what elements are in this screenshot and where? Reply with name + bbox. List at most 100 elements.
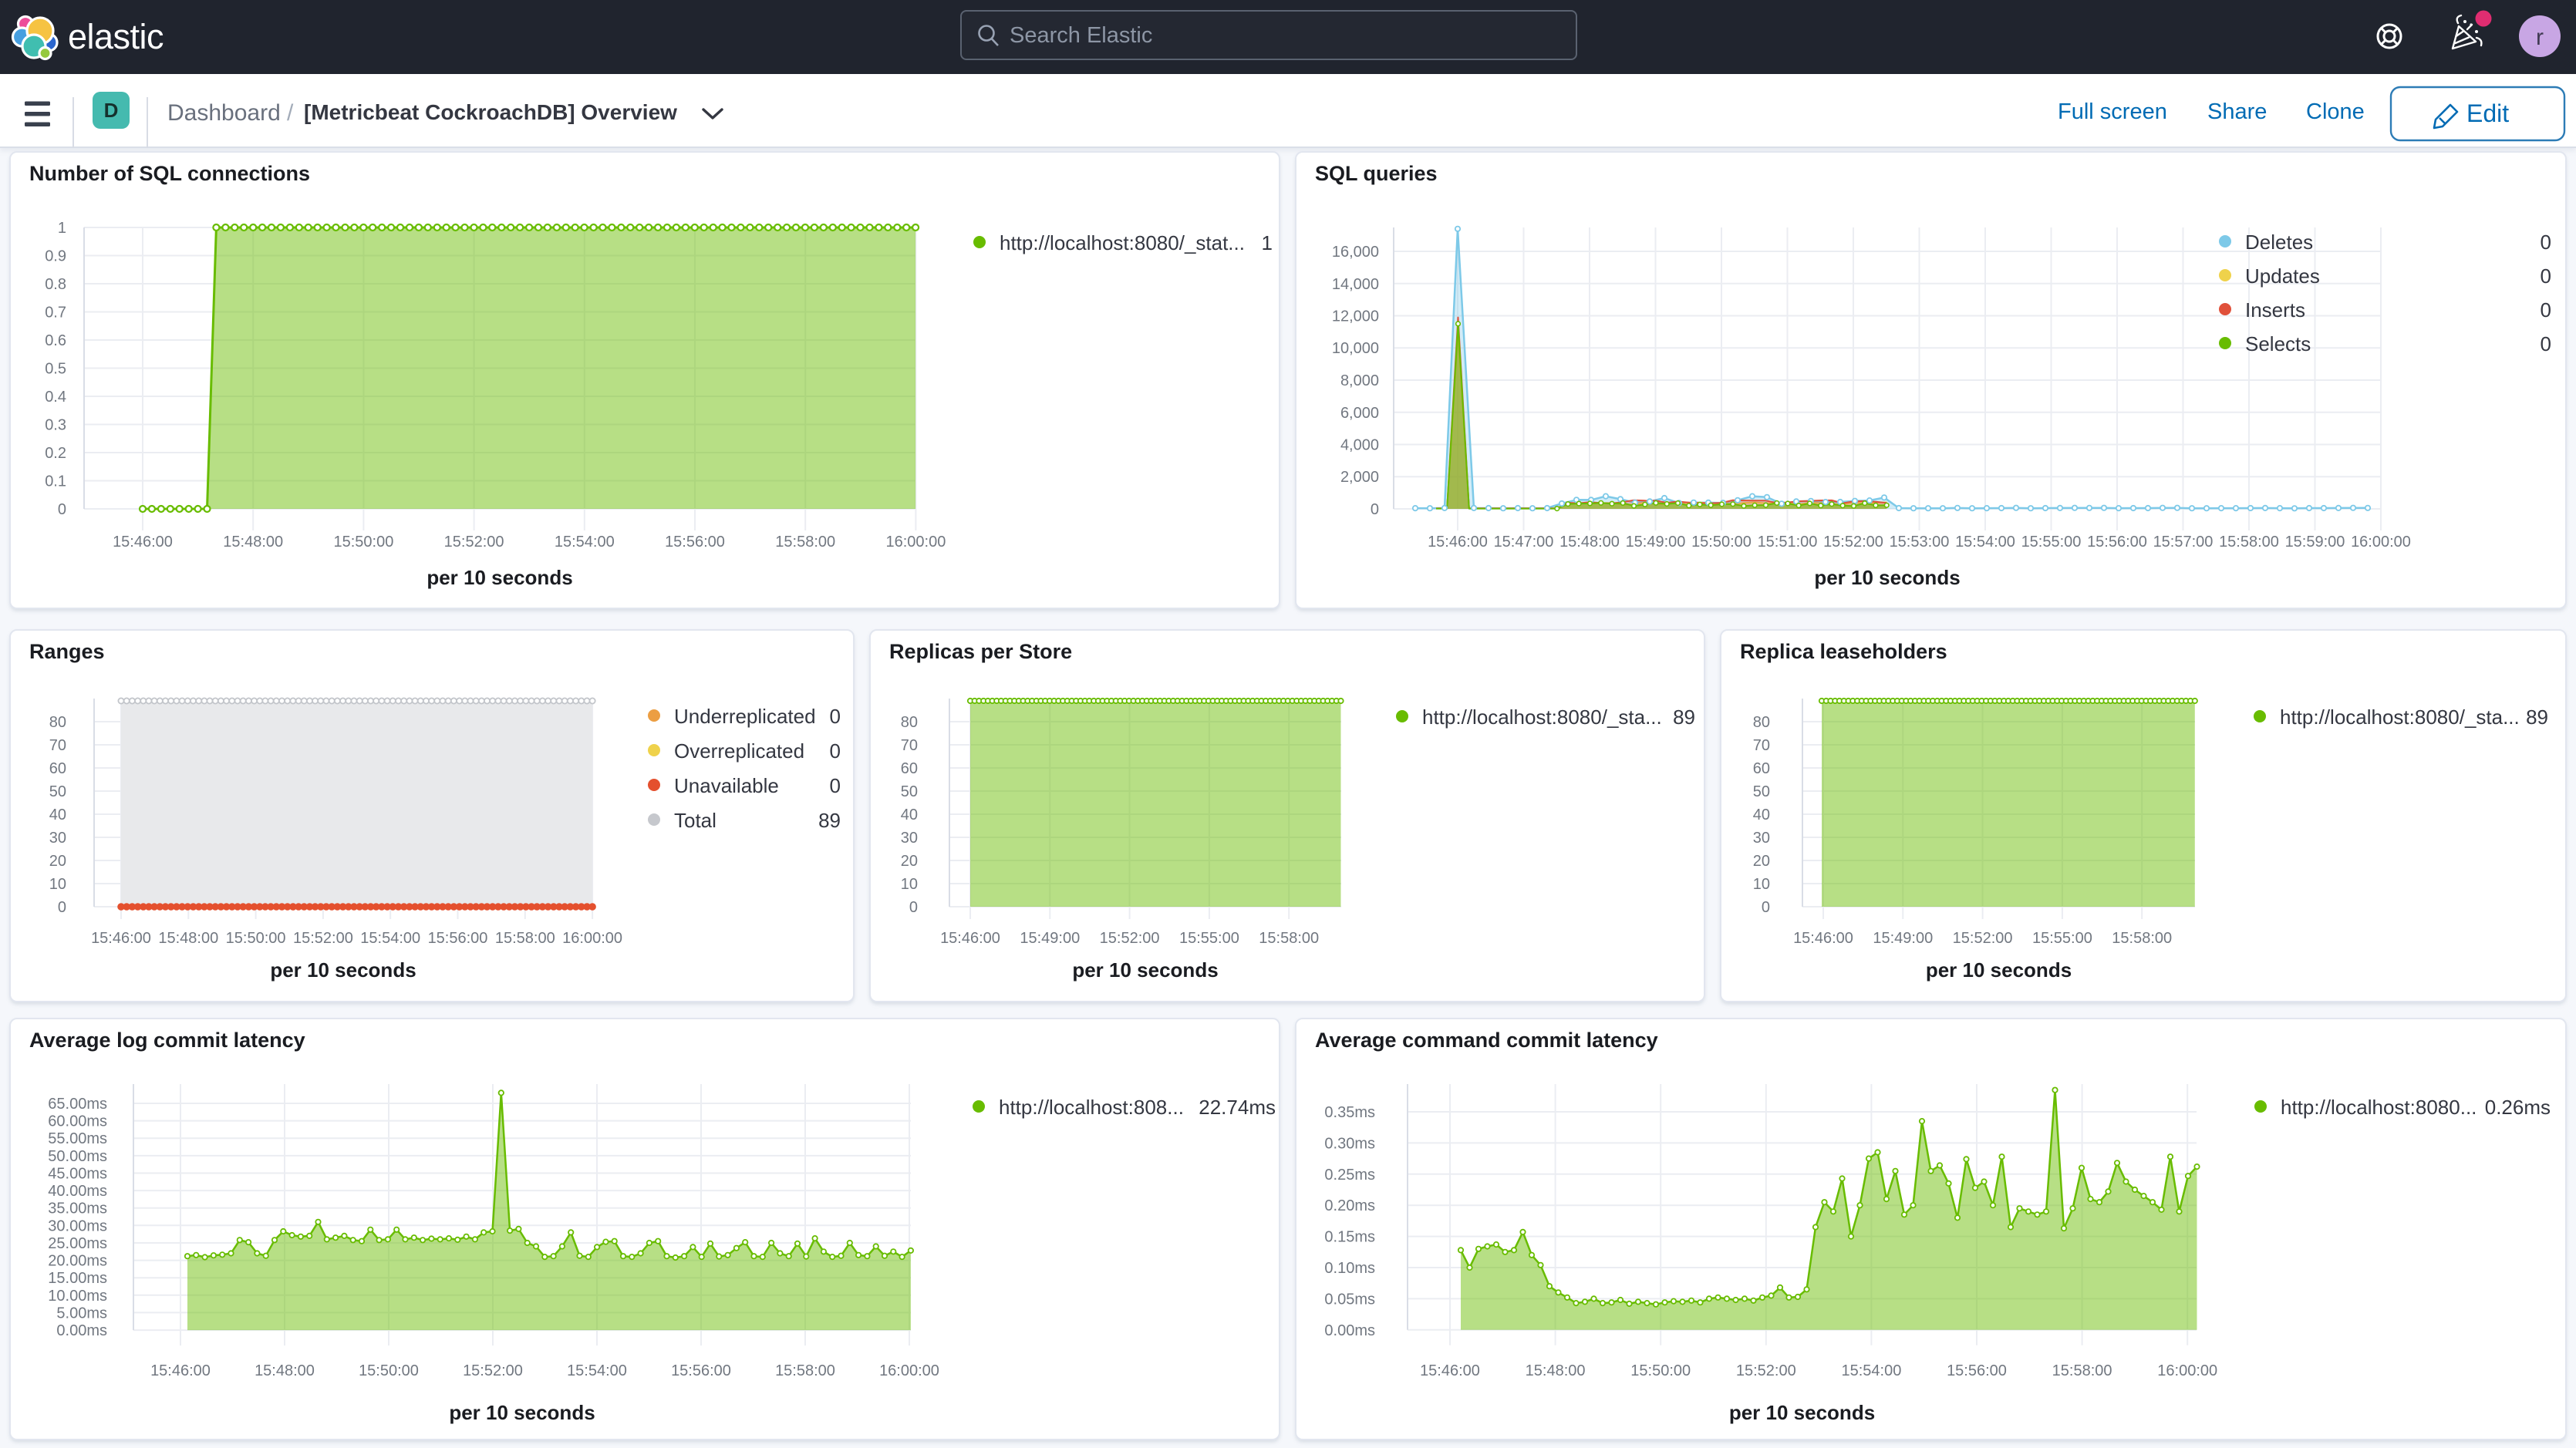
- svg-text:0.6: 0.6: [45, 332, 66, 349]
- svg-text:15:50:00: 15:50:00: [226, 930, 286, 947]
- svg-text:15:49:00: 15:49:00: [1020, 930, 1080, 947]
- svg-text:SQL queries: SQL queries: [1315, 162, 1438, 185]
- svg-text:12,000: 12,000: [1332, 308, 1379, 325]
- svg-text:http://localhost:8080...: http://localhost:8080...: [2281, 1096, 2477, 1119]
- svg-text:http://localhost:8080/_sta...: http://localhost:8080/_sta...: [2280, 705, 2520, 729]
- svg-text:per 10 seconds: per 10 seconds: [1814, 566, 1960, 589]
- svg-text:15:46:00: 15:46:00: [1793, 930, 1853, 947]
- svg-text:Average log commit latency: Average log commit latency: [29, 1029, 305, 1052]
- svg-text:Selects: Selects: [2245, 332, 2311, 355]
- svg-text:50.00ms: 50.00ms: [48, 1148, 107, 1165]
- svg-text:16:00:00: 16:00:00: [562, 930, 622, 947]
- svg-text:Deletes: Deletes: [2245, 231, 2313, 254]
- svg-text:r: r: [2536, 25, 2544, 50]
- svg-text:/: /: [287, 100, 294, 126]
- svg-text:1: 1: [58, 220, 66, 237]
- svg-text:0: 0: [830, 705, 841, 728]
- svg-text:40.00ms: 40.00ms: [48, 1183, 107, 1200]
- svg-text:60: 60: [1753, 760, 1770, 777]
- svg-text:http://localhost:8080/_stat...: http://localhost:8080/_stat...: [1000, 231, 1245, 254]
- svg-text:0.8: 0.8: [45, 276, 66, 293]
- svg-text:70: 70: [901, 737, 918, 754]
- svg-text:16:00:00: 16:00:00: [885, 534, 946, 551]
- svg-text:20.00ms: 20.00ms: [48, 1253, 107, 1270]
- svg-text:89: 89: [1673, 705, 1695, 729]
- svg-text:0.7: 0.7: [45, 305, 66, 322]
- svg-text:0: 0: [909, 899, 918, 916]
- svg-text:45.00ms: 45.00ms: [48, 1166, 107, 1183]
- svg-text:elastic: elastic: [68, 17, 164, 56]
- svg-text:15:58:00: 15:58:00: [775, 534, 835, 551]
- svg-text:40: 40: [1753, 807, 1770, 823]
- svg-text:15:52:00: 15:52:00: [293, 930, 353, 947]
- svg-text:30: 30: [901, 830, 918, 847]
- svg-text:15:58:00: 15:58:00: [1259, 930, 1319, 947]
- svg-text:15:48:00: 15:48:00: [1526, 1362, 1586, 1379]
- svg-text:10,000: 10,000: [1332, 340, 1379, 357]
- svg-text:D: D: [104, 99, 119, 122]
- svg-text:10: 10: [1753, 876, 1770, 893]
- svg-text:[Metricbeat CockroachDB] Overv: [Metricbeat CockroachDB] Overview: [304, 100, 677, 124]
- svg-text:15:46:00: 15:46:00: [150, 1362, 211, 1379]
- svg-text:Overreplicated: Overreplicated: [674, 739, 804, 763]
- svg-text:15:50:00: 15:50:00: [1691, 534, 1752, 551]
- svg-text:16:00:00: 16:00:00: [2351, 534, 2411, 551]
- svg-text:Updates: Updates: [2245, 264, 2320, 288]
- svg-text:8,000: 8,000: [1340, 372, 1379, 389]
- svg-text:30: 30: [1753, 830, 1770, 847]
- svg-text:89: 89: [2526, 705, 2548, 729]
- svg-text:89: 89: [818, 809, 841, 832]
- svg-text:15:58:00: 15:58:00: [2112, 930, 2172, 947]
- svg-text:Average command commit latency: Average command commit latency: [1315, 1029, 1658, 1052]
- svg-text:15:48:00: 15:48:00: [1559, 534, 1620, 551]
- svg-text:80: 80: [901, 714, 918, 731]
- svg-text:15:58:00: 15:58:00: [2219, 534, 2279, 551]
- svg-text:15:56:00: 15:56:00: [428, 930, 488, 947]
- svg-text:70: 70: [49, 737, 66, 754]
- svg-text:15:54:00: 15:54:00: [1955, 534, 2015, 551]
- svg-text:25.00ms: 25.00ms: [48, 1235, 107, 1252]
- svg-text:0: 0: [2541, 298, 2551, 322]
- svg-text:0.30ms: 0.30ms: [1324, 1135, 1375, 1152]
- svg-text:Number of SQL connections: Number of SQL connections: [29, 162, 310, 185]
- svg-text:15:52:00: 15:52:00: [1823, 534, 1883, 551]
- svg-text:0: 0: [58, 899, 66, 916]
- svg-text:15:55:00: 15:55:00: [2021, 534, 2082, 551]
- svg-text:0.05ms: 0.05ms: [1324, 1291, 1375, 1308]
- svg-text:0.26ms: 0.26ms: [2485, 1096, 2551, 1119]
- svg-text:15:50:00: 15:50:00: [1630, 1362, 1691, 1379]
- svg-text:15:52:00: 15:52:00: [444, 534, 504, 551]
- svg-text:0.20ms: 0.20ms: [1324, 1197, 1375, 1214]
- svg-text:15:54:00: 15:54:00: [360, 930, 420, 947]
- svg-text:Search Elastic: Search Elastic: [1010, 23, 1152, 48]
- svg-text:0: 0: [58, 501, 66, 518]
- svg-text:0: 0: [830, 774, 841, 797]
- svg-text:30.00ms: 30.00ms: [48, 1217, 107, 1234]
- svg-text:65.00ms: 65.00ms: [48, 1096, 107, 1113]
- svg-text:Underreplicated: Underreplicated: [674, 705, 816, 728]
- svg-text:15:52:00: 15:52:00: [1736, 1362, 1796, 1379]
- svg-text:15:58:00: 15:58:00: [495, 930, 555, 947]
- svg-text:0.25ms: 0.25ms: [1324, 1167, 1375, 1184]
- svg-text:Clone: Clone: [2306, 99, 2365, 124]
- svg-text:15:49:00: 15:49:00: [1626, 534, 1686, 551]
- svg-text:60: 60: [49, 760, 66, 777]
- svg-text:15:52:00: 15:52:00: [463, 1362, 523, 1379]
- svg-text:Dashboard: Dashboard: [167, 100, 281, 126]
- svg-text:15:51:00: 15:51:00: [1758, 534, 1818, 551]
- svg-text:22.74ms: 22.74ms: [1199, 1096, 1276, 1119]
- svg-text:10.00ms: 10.00ms: [48, 1288, 107, 1305]
- svg-text:0: 0: [2541, 264, 2551, 288]
- svg-text:15:52:00: 15:52:00: [1100, 930, 1160, 947]
- svg-text:15:54:00: 15:54:00: [567, 1362, 627, 1379]
- svg-text:80: 80: [49, 714, 66, 731]
- svg-text:Edit: Edit: [2466, 99, 2509, 127]
- svg-text:per 10 seconds: per 10 seconds: [1729, 1401, 1875, 1424]
- svg-text:4,000: 4,000: [1340, 437, 1379, 454]
- svg-text:0.2: 0.2: [45, 445, 66, 462]
- svg-text:15:56:00: 15:56:00: [1947, 1362, 2007, 1379]
- svg-text:0.00ms: 0.00ms: [1324, 1322, 1375, 1339]
- svg-text:15:48:00: 15:48:00: [158, 930, 218, 947]
- svg-text:Share: Share: [2207, 99, 2267, 124]
- svg-text:15:46:00: 15:46:00: [113, 534, 173, 551]
